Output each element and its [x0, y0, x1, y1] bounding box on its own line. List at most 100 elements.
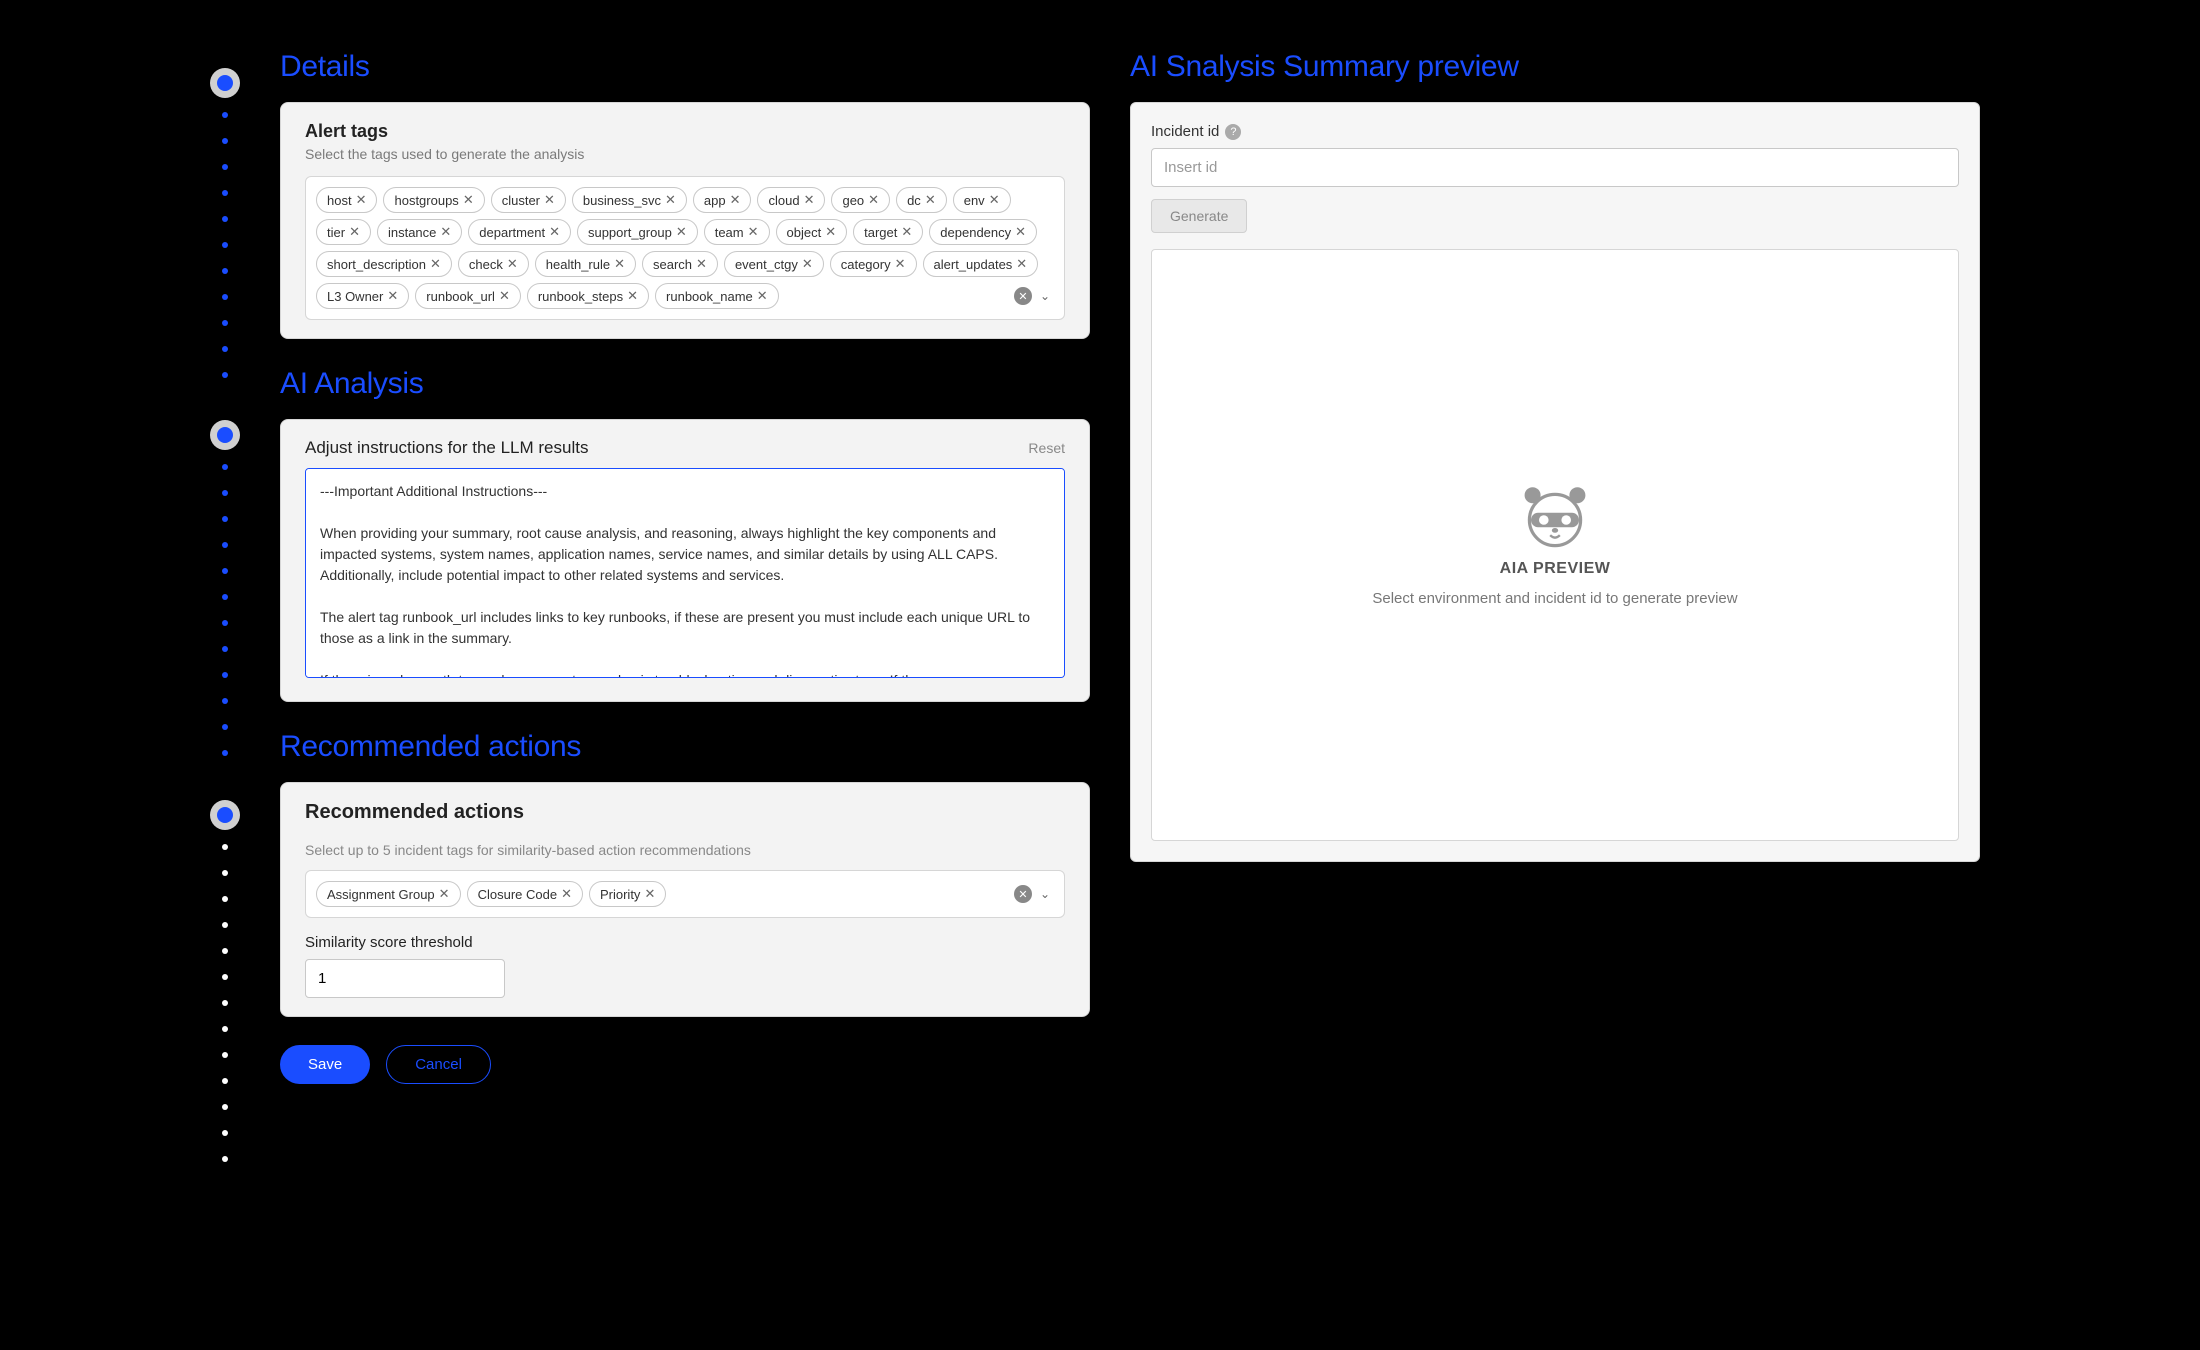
remove-tag-icon[interactable]: ✕: [1015, 224, 1026, 240]
remove-tag-icon[interactable]: ✕: [549, 224, 560, 240]
tag-chip[interactable]: env ✕: [953, 187, 1011, 213]
stepper-node-ai[interactable]: [210, 420, 240, 450]
remove-tag-icon[interactable]: ✕: [696, 256, 707, 272]
remove-tag-icon[interactable]: ✕: [676, 224, 687, 240]
remove-tag-icon[interactable]: ✕: [868, 192, 879, 208]
alert-tags-input[interactable]: host ✕hostgroups ✕ cluster ✕business_svc …: [305, 176, 1065, 320]
stepper-dot: [222, 922, 228, 928]
tag-chip[interactable]: cluster ✕: [491, 187, 566, 213]
chevron-down-icon[interactable]: ⌄: [1040, 887, 1050, 901]
tag-chip[interactable]: host ✕: [316, 187, 377, 213]
tag-chip[interactable]: runbook_steps ✕: [527, 283, 649, 309]
stepper-dot: [222, 138, 228, 144]
tag-chip[interactable]: alert_updates ✕: [923, 251, 1039, 277]
tag-chip[interactable]: Priority ✕: [589, 881, 666, 907]
remove-tag-icon[interactable]: ✕: [925, 192, 936, 208]
stepper-dot: [222, 112, 228, 118]
preview-pane: AIA PREVIEW Select environment and incid…: [1151, 249, 1959, 841]
remove-tag-icon[interactable]: ✕: [463, 192, 474, 208]
stepper-dot: [222, 464, 228, 470]
tag-chip[interactable]: tier ✕: [316, 219, 371, 245]
tag-chip[interactable]: geo ✕: [831, 187, 890, 213]
ai-analysis-card: Adjust instructions for the LLM results …: [280, 419, 1090, 702]
remove-tag-icon[interactable]: ✕: [387, 288, 398, 304]
tag-chip[interactable]: app ✕: [693, 187, 752, 213]
tag-chip[interactable]: object ✕: [776, 219, 848, 245]
remove-tag-icon[interactable]: ✕: [802, 256, 813, 272]
panda-icon: [1515, 484, 1595, 548]
remove-tag-icon[interactable]: ✕: [544, 192, 555, 208]
incident-id-label: Incident id ?: [1151, 123, 1959, 140]
section-title-rec: Recommended actions: [280, 730, 1090, 764]
remove-tag-icon[interactable]: ✕: [825, 224, 836, 240]
reset-link[interactable]: Reset: [1028, 440, 1065, 456]
tag-chip[interactable]: category ✕: [830, 251, 917, 277]
tag-chip[interactable]: dc ✕: [896, 187, 947, 213]
remove-tag-icon[interactable]: ✕: [665, 192, 676, 208]
stepper-dot: [222, 620, 228, 626]
generate-button[interactable]: Generate: [1151, 199, 1247, 233]
remove-tag-icon[interactable]: ✕: [748, 224, 759, 240]
remove-tag-icon[interactable]: ✕: [895, 256, 906, 272]
tag-chip[interactable]: instance ✕: [377, 219, 462, 245]
stepper-dot: [222, 844, 228, 850]
help-icon[interactable]: ?: [1225, 124, 1241, 140]
tag-chip[interactable]: health_rule ✕: [535, 251, 636, 277]
tag-chip[interactable]: team ✕: [704, 219, 770, 245]
remove-tag-icon[interactable]: ✕: [561, 886, 572, 902]
tag-chip[interactable]: dependency ✕: [929, 219, 1037, 245]
tag-chip[interactable]: event_ctgy ✕: [724, 251, 824, 277]
remove-tag-icon[interactable]: ✕: [614, 256, 625, 272]
tag-chip[interactable]: search ✕: [642, 251, 718, 277]
tag-chip[interactable]: support_group ✕: [577, 219, 698, 245]
stepper-dot: [222, 542, 228, 548]
save-button[interactable]: Save: [280, 1045, 370, 1084]
remove-tag-icon[interactable]: ✕: [439, 886, 450, 902]
remove-tag-icon[interactable]: ✕: [757, 288, 768, 304]
clear-rec-tags-icon[interactable]: ✕: [1014, 885, 1032, 903]
stepper-node-details[interactable]: [210, 68, 240, 98]
tag-chip[interactable]: runbook_url ✕: [415, 283, 521, 309]
stepper-dot: [222, 216, 228, 222]
remove-tag-icon[interactable]: ✕: [507, 256, 518, 272]
rec-title: Recommended actions: [305, 801, 1065, 824]
stepper-dot: [222, 490, 228, 496]
tag-chip[interactable]: business_svc ✕: [572, 187, 687, 213]
remove-tag-icon[interactable]: ✕: [627, 288, 638, 304]
tag-chip[interactable]: runbook_name ✕: [655, 283, 779, 309]
remove-tag-icon[interactable]: ✕: [730, 192, 741, 208]
tag-chip[interactable]: cloud ✕: [757, 187, 825, 213]
rec-tags-input[interactable]: Assignment Group ✕Closure Code ✕Priority…: [305, 870, 1065, 918]
remove-tag-icon[interactable]: ✕: [644, 886, 655, 902]
tag-chip[interactable]: Closure Code ✕: [467, 881, 583, 907]
clear-tags-icon[interactable]: ✕: [1014, 287, 1032, 305]
tag-chip[interactable]: target ✕: [853, 219, 923, 245]
tag-chip[interactable]: department ✕: [468, 219, 571, 245]
remove-tag-icon[interactable]: ✕: [499, 288, 510, 304]
tag-chip[interactable]: Assignment Group ✕: [316, 881, 461, 907]
remove-tag-icon[interactable]: ✕: [440, 224, 451, 240]
threshold-input[interactable]: [305, 959, 505, 998]
cancel-button[interactable]: Cancel: [386, 1045, 491, 1084]
alert-tags-subtitle: Select the tags used to generate the ana…: [305, 146, 1065, 162]
remove-tag-icon[interactable]: ✕: [349, 224, 360, 240]
tag-chip[interactable]: check ✕: [458, 251, 529, 277]
remove-tag-icon[interactable]: ✕: [901, 224, 912, 240]
stepper-node-rec[interactable]: [210, 800, 240, 830]
remove-tag-icon[interactable]: ✕: [356, 192, 367, 208]
chevron-down-icon[interactable]: ⌄: [1040, 289, 1050, 303]
stepper-dot: [222, 164, 228, 170]
remove-tag-icon[interactable]: ✕: [989, 192, 1000, 208]
stepper-dot: [222, 594, 228, 600]
tag-chip[interactable]: short_description ✕: [316, 251, 452, 277]
section-title-ai: AI Analysis: [280, 367, 1090, 401]
llm-instructions-textarea[interactable]: [305, 468, 1065, 678]
stepper-dot: [222, 190, 228, 196]
tag-chip[interactable]: L3 Owner ✕: [316, 283, 409, 309]
remove-tag-icon[interactable]: ✕: [804, 192, 815, 208]
incident-id-input[interactable]: [1151, 148, 1959, 187]
remove-tag-icon[interactable]: ✕: [1016, 256, 1027, 272]
tag-chip[interactable]: hostgroups ✕: [383, 187, 484, 213]
remove-tag-icon[interactable]: ✕: [430, 256, 441, 272]
stepper-dot: [222, 516, 228, 522]
